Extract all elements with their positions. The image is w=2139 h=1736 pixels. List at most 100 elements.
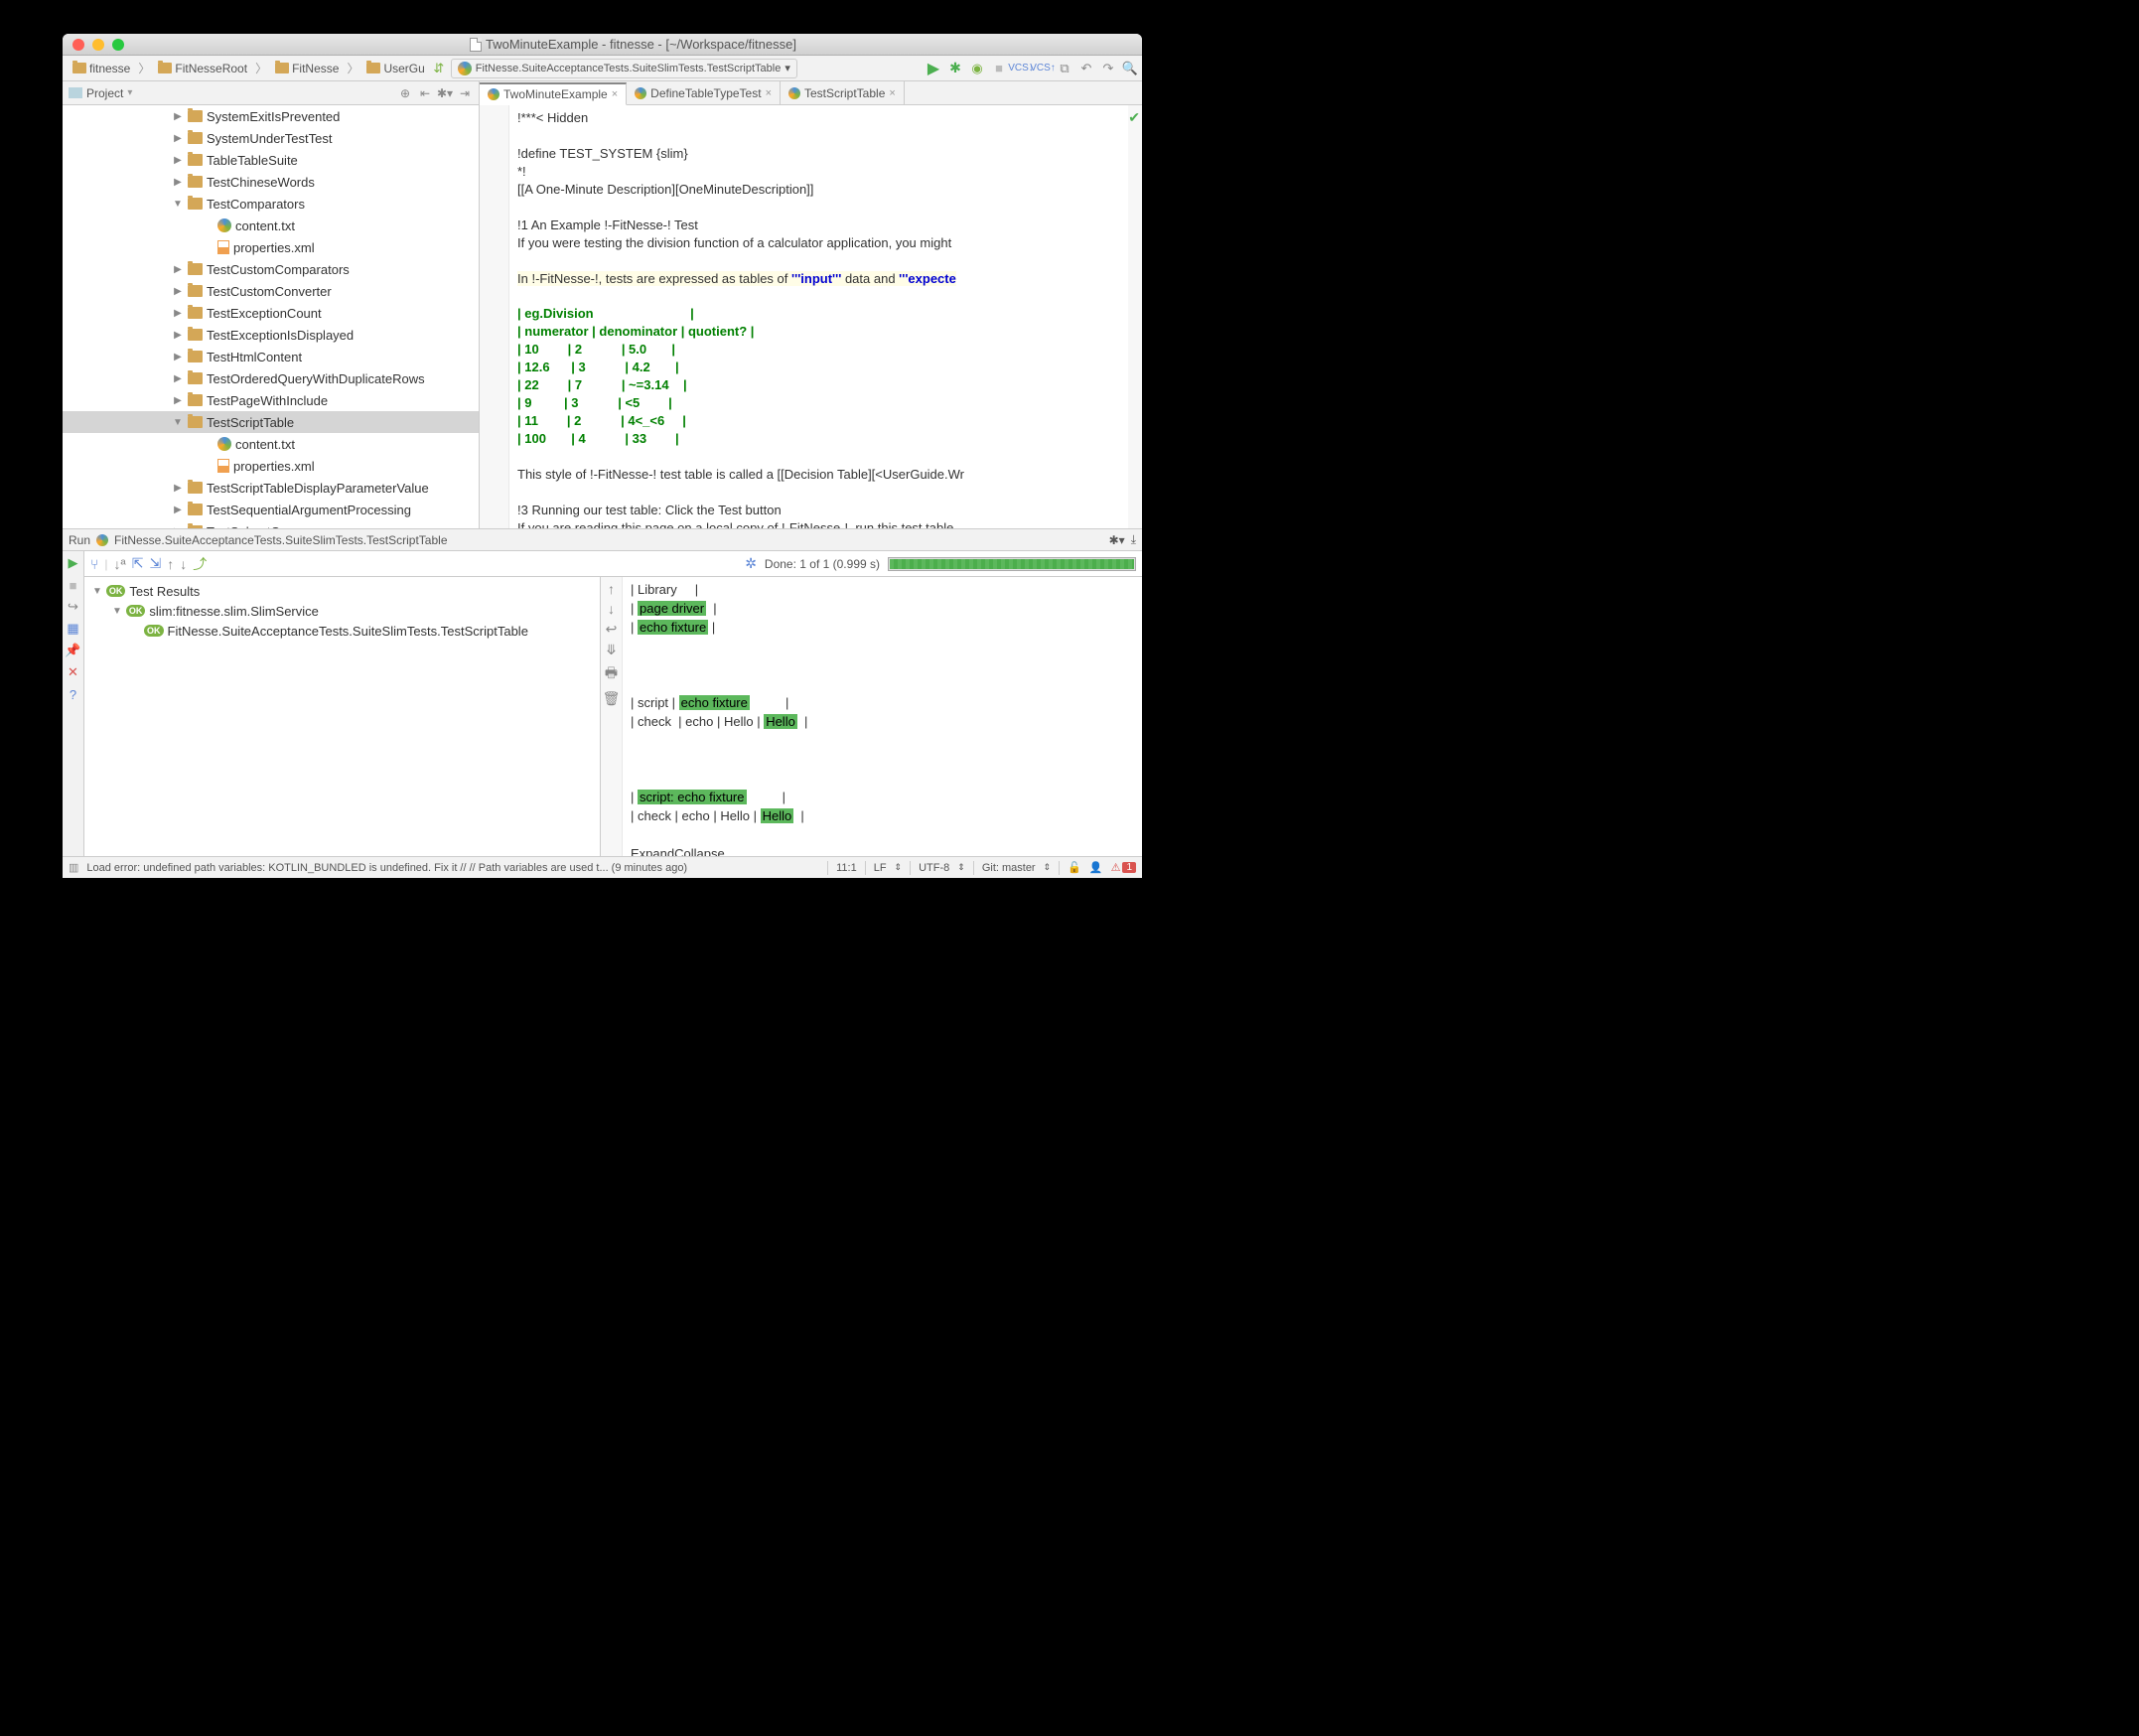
vcs-commit-button[interactable]: VCS↑ [1035,61,1051,76]
editor-tab[interactable]: DefineTableTypeTest× [627,81,781,104]
test-results-tree[interactable]: ▼OKTest Results ▼OKslim:fitnesse.slim.Sl… [84,577,601,856]
coverage-button[interactable]: ◉ [969,61,985,76]
editor-tab[interactable]: TestScriptTable× [781,81,905,104]
expand-arrow[interactable]: ▶ [172,111,184,122]
tree-item[interactable]: ▶TableTableSuite [63,149,479,171]
git-branch[interactable]: Git: master [982,862,1036,874]
expand-arrow[interactable]: ▶ [172,155,184,166]
tree-item[interactable]: ▶TestScriptTableDisplayParameterValue [63,477,479,499]
tree-item[interactable]: properties.xml [63,455,479,477]
down-icon[interactable]: ↓ [608,601,615,617]
gear-icon[interactable]: ✲ [745,555,757,572]
folder-icon [275,63,289,73]
close-button[interactable]: ✕ [66,664,81,680]
status-message[interactable]: Load error: undefined path variables: KO… [86,862,819,874]
tree-item[interactable]: content.txt [63,433,479,455]
test-output[interactable]: | Library | | page driver | | echo fixtu… [623,577,1142,856]
wrap-icon[interactable]: ↩ [606,621,618,638]
expand-arrow[interactable]: ▼ [172,199,184,210]
expand-arrow[interactable]: ▶ [172,308,184,319]
tree-item[interactable]: ▶TestCustomConverter [63,280,479,302]
expand-icon[interactable]: ⇱ [132,555,144,572]
vcs-update-button[interactable]: VCS↓ [1013,61,1029,76]
tree-item[interactable]: properties.xml [63,236,479,258]
rerun-button[interactable]: ▶ [66,555,81,571]
next-icon[interactable]: ↓ [180,556,187,572]
vcs-history-button[interactable]: ⧉ [1057,61,1072,76]
expand-arrow[interactable]: ▶ [172,483,184,494]
tree-item[interactable]: ▼TestScriptTable [63,411,479,433]
export-icon[interactable]: ⤴ [193,554,207,574]
tree-item[interactable]: ▶TestPageWithInclude [63,389,479,411]
tree-item[interactable]: ▶TestOrderedQueryWithDuplicateRows [63,367,479,389]
locate-icon[interactable]: ⊕ [397,85,413,101]
layout-button[interactable]: ▦ [66,621,81,637]
expand-arrow[interactable]: ▶ [172,264,184,275]
tree-item[interactable]: ▶TestCustomComparators [63,258,479,280]
close-tab-icon[interactable]: × [889,87,895,99]
run-button[interactable]: ▶ [926,61,941,76]
expand-arrow[interactable]: ▶ [172,352,184,362]
scroll-icon[interactable]: ⤋ [606,642,618,658]
exit-button[interactable]: ↪ [66,599,81,615]
folder-icon [188,110,203,122]
pin-icon[interactable]: 📌 [66,643,81,658]
editor-tab[interactable]: TwoMinuteExample× [480,82,627,105]
expand-arrow[interactable]: ▶ [172,177,184,188]
stop-button[interactable]: ■ [991,61,1007,76]
collapse-icon[interactable]: ⇲ [149,555,161,572]
expand-arrow[interactable]: ▶ [172,330,184,341]
tree-item[interactable]: ▼TestComparators [63,193,479,215]
code-editor[interactable]: ✔ !***< Hidden !define TEST_SYSTEM {slim… [480,105,1142,528]
lock-icon[interactable]: 🔓 [1068,861,1081,874]
help-button[interactable]: ? [66,686,81,702]
tree-item[interactable]: content.txt [63,215,479,236]
close-tab-icon[interactable]: × [612,88,618,100]
settings-icon[interactable]: ✱▾ [1109,533,1125,547]
expand-arrow[interactable]: ▶ [172,286,184,297]
tree-item[interactable]: ▶SystemExitIsPrevented [63,105,479,127]
expand-arrow[interactable]: ▶ [172,395,184,406]
up-icon[interactable]: ↑ [608,581,615,597]
breadcrumb[interactable]: fitnesse〉 FitNesseRoot〉 FitNesse〉 UserGu [67,60,431,77]
folder-icon [188,525,203,528]
search-button[interactable]: 🔍 [1122,61,1138,76]
tree-item[interactable]: ▶TestExceptionCount [63,302,479,324]
run-config-selector[interactable]: FitNesse.SuiteAcceptanceTests.SuiteSlimT… [451,59,797,78]
sort-icon[interactable]: ↓ª [114,556,126,572]
tree-item[interactable]: ▶TestSequentialArgumentProcessing [63,499,479,520]
print-icon[interactable]: 🖶 [605,662,618,686]
tree-item[interactable]: ▶SystemUnderTestTest [63,127,479,149]
tree-item[interactable]: ▶TestSubsetQuery [63,520,479,528]
expand-arrow[interactable]: ▼ [172,417,184,428]
sync-icon[interactable]: ⇵ [431,61,447,76]
debug-button[interactable]: ✱ [947,61,963,76]
stop-button[interactable]: ■ [66,577,81,593]
cursor-position[interactable]: 11:1 [836,862,857,874]
close-window[interactable] [72,39,84,51]
project-icon [69,87,82,98]
tree-item[interactable]: ▶TestHtmlContent [63,346,479,367]
forward-button[interactable]: ↷ [1100,61,1116,76]
status-icon[interactable]: ▥ [69,861,78,874]
expand-arrow[interactable]: ▶ [172,133,184,144]
encoding[interactable]: UTF-8 [919,862,949,874]
collapse-icon[interactable]: ⇤ [417,85,433,101]
filter-icon[interactable]: ⑂ [90,556,98,572]
maximize-window[interactable] [112,39,124,51]
error-badge[interactable]: ⚠1 [1111,861,1136,874]
minimize-window[interactable] [92,39,104,51]
hide-icon[interactable]: ⇥ [457,85,473,101]
inspection-icon[interactable]: 👤 [1089,861,1103,874]
prev-icon[interactable]: ↑ [167,556,174,572]
close-tab-icon[interactable]: × [766,87,772,99]
tree-item[interactable]: ▶TestExceptionIsDisplayed [63,324,479,346]
expand-arrow[interactable]: ▶ [172,505,184,515]
expand-arrow[interactable]: ▶ [172,373,184,384]
download-icon[interactable]: ⤓ [1131,532,1136,547]
tree-item[interactable]: ▶TestChineseWords [63,171,479,193]
settings-icon[interactable]: ✱▾ [437,85,453,101]
trash-icon[interactable]: 🗑 [603,690,621,707]
line-ending[interactable]: LF [874,862,887,874]
back-button[interactable]: ↶ [1078,61,1094,76]
